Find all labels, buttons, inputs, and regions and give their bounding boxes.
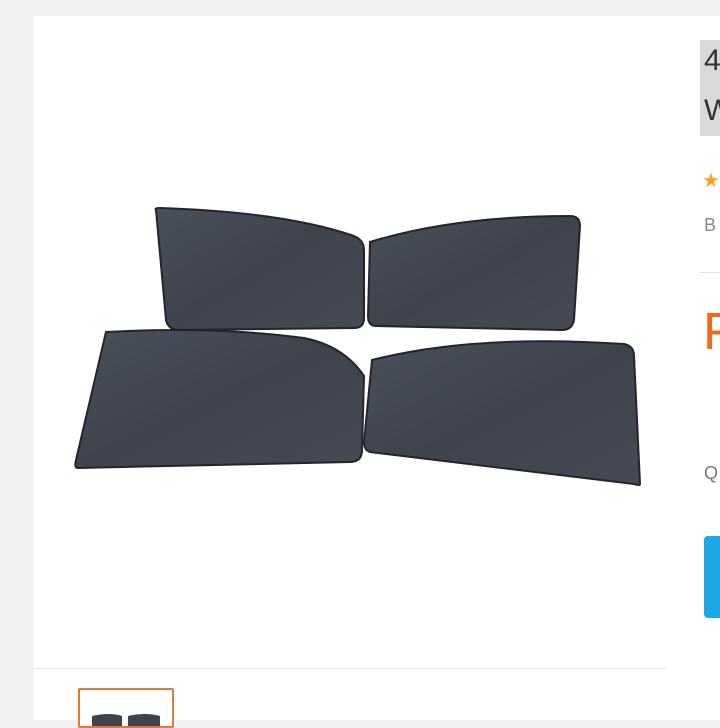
rating-star-icon: ★ [702, 170, 720, 192]
page-margin-left [0, 0, 34, 720]
gallery-divider [34, 668, 666, 669]
add-to-cart-button[interactable] [704, 536, 720, 618]
thumbnail-selected[interactable] [78, 688, 174, 728]
product-price: F [703, 303, 720, 361]
product-title-line2: W [704, 94, 720, 127]
main-product-image[interactable] [34, 16, 666, 668]
quantity-label: Q [704, 463, 719, 483]
product-title-line1: 4 [704, 44, 720, 77]
details-divider [700, 272, 720, 273]
sun-shade-panels-image [74, 206, 642, 486]
product-meta-text: B [704, 215, 717, 235]
sun-shade-thumbnail [92, 714, 160, 726]
